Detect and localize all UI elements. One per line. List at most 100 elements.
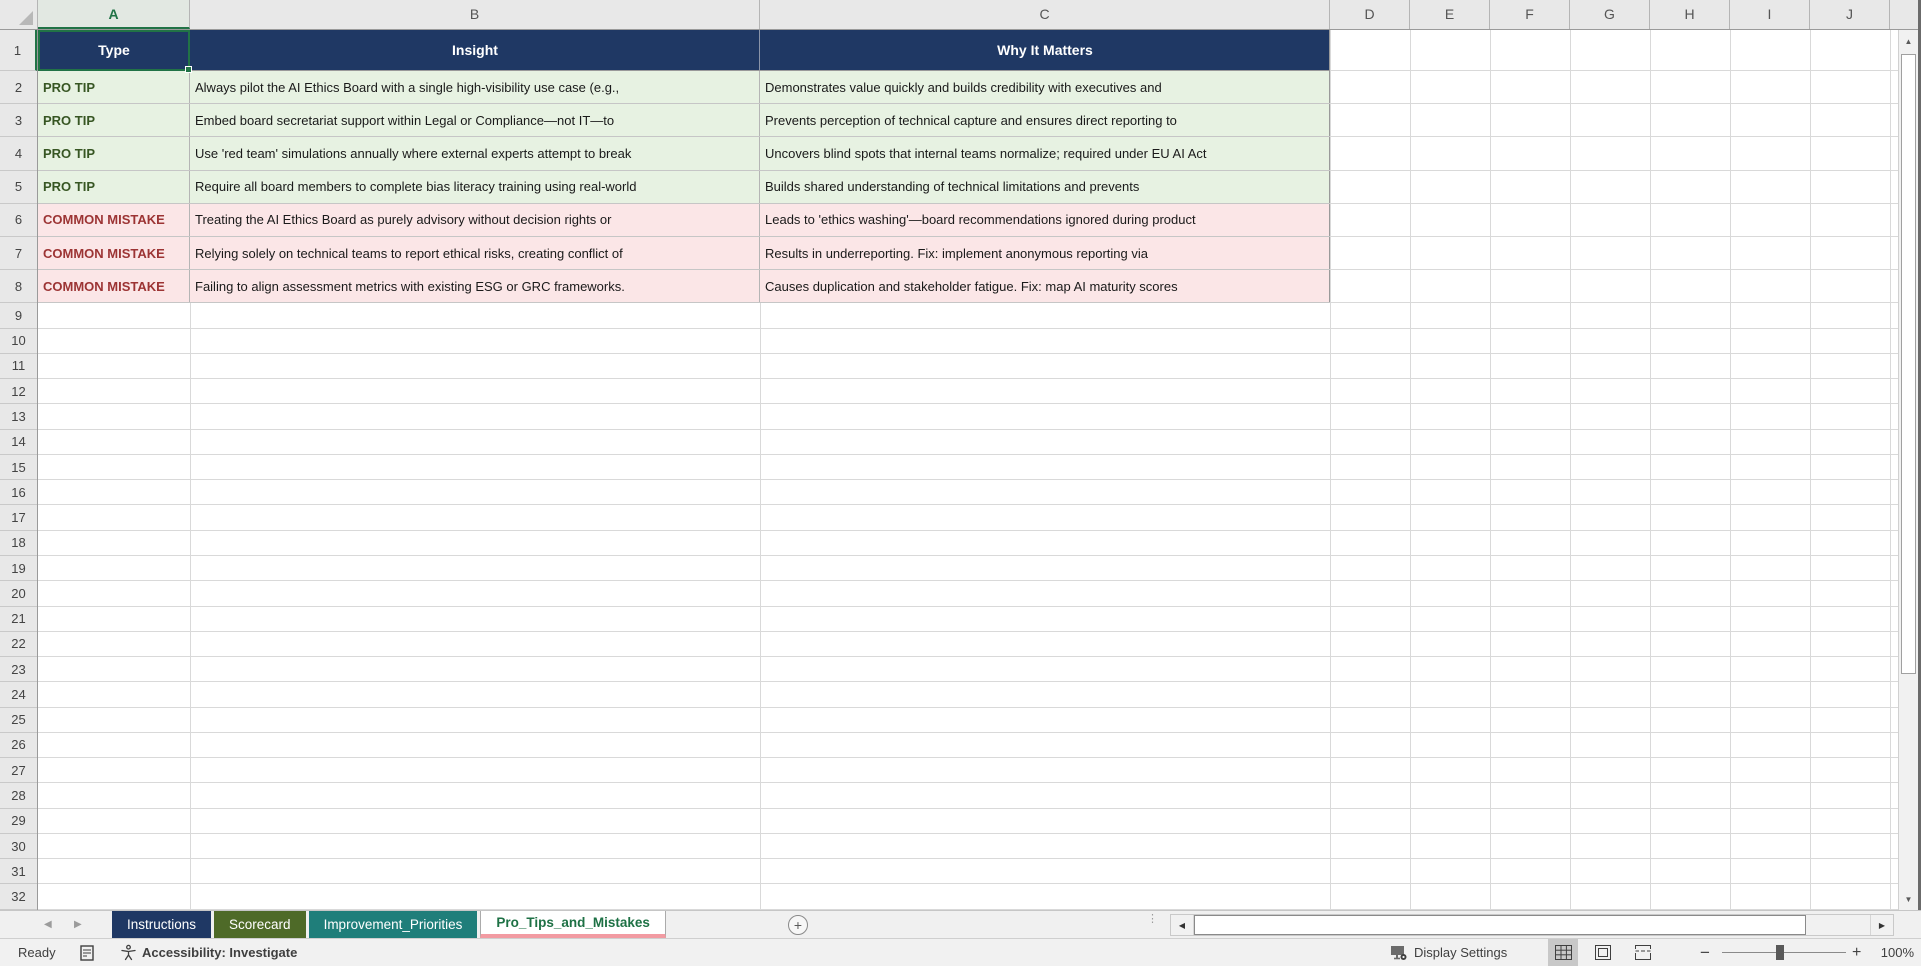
row-header-7[interactable]: 7 xyxy=(0,237,37,271)
grid-row-30[interactable] xyxy=(38,834,1898,860)
row-header-1[interactable]: 1 xyxy=(0,30,37,71)
grid-row-9[interactable] xyxy=(38,303,1898,329)
row-header-10[interactable]: 10 xyxy=(0,329,37,354)
accessibility-status[interactable]: Accessibility: Investigate xyxy=(120,939,297,966)
display-settings-button[interactable]: Display Settings xyxy=(1390,939,1507,966)
grid-row-29[interactable] xyxy=(38,809,1898,834)
grid-row-25[interactable] xyxy=(38,708,1898,733)
sheet-nav-right-icon[interactable]: ▶ xyxy=(74,911,82,938)
row-header-22[interactable]: 22 xyxy=(0,632,37,658)
cell-type[interactable]: COMMON MISTAKE xyxy=(38,236,190,270)
row-header-6[interactable]: 6 xyxy=(0,204,37,237)
column-header-h[interactable]: H xyxy=(1650,0,1730,29)
grid-row-16[interactable] xyxy=(38,480,1898,506)
cell-type[interactable]: PRO TIP xyxy=(38,104,190,137)
horizontal-scrollbar[interactable]: ◀ ▶ xyxy=(1170,914,1894,936)
column-header-i[interactable]: I xyxy=(1730,0,1810,29)
cell-why-it-matters[interactable]: Causes duplication and stakeholder fatig… xyxy=(760,270,1330,303)
grid-row-26[interactable] xyxy=(38,733,1898,759)
grid-row-14[interactable] xyxy=(38,430,1898,455)
grid-row-19[interactable] xyxy=(38,556,1898,582)
zoom-slider-handle[interactable] xyxy=(1776,945,1784,960)
scroll-down-icon[interactable]: ▼ xyxy=(1899,888,1918,910)
grid-row-31[interactable] xyxy=(38,859,1898,885)
row-header-28[interactable]: 28 xyxy=(0,783,37,809)
row-header-15[interactable]: 15 xyxy=(0,455,37,481)
cell-type[interactable]: PRO TIP xyxy=(38,71,190,104)
row-header-31[interactable]: 31 xyxy=(0,859,37,885)
row-header-18[interactable]: 18 xyxy=(0,531,37,556)
cell-insight[interactable]: Embed board secretariat support within L… xyxy=(190,104,760,137)
grid-row-27[interactable] xyxy=(38,758,1898,784)
grid-row-18[interactable] xyxy=(38,531,1898,556)
row-header-9[interactable]: 9 xyxy=(0,303,37,329)
grid-row-17[interactable] xyxy=(38,505,1898,531)
page-break-preview-button[interactable] xyxy=(1628,939,1658,966)
header-cell-type[interactable]: Type xyxy=(38,30,190,70)
grid-row-15[interactable] xyxy=(38,455,1898,481)
normal-view-button[interactable] xyxy=(1548,938,1578,966)
macro-record-icon[interactable] xyxy=(80,939,94,966)
column-header-e[interactable]: E xyxy=(1410,0,1490,29)
header-cell-why-it-matters[interactable]: Why It Matters xyxy=(760,30,1330,70)
grid-row-32[interactable] xyxy=(38,884,1898,910)
zoom-in-button[interactable]: + xyxy=(1852,939,1861,966)
vertical-scrollbar-thumb[interactable] xyxy=(1901,54,1916,674)
grid-row-13[interactable] xyxy=(38,404,1898,430)
row-header-26[interactable]: 26 xyxy=(0,733,37,759)
column-header-b[interactable]: B xyxy=(190,0,760,29)
cell-type[interactable]: PRO TIP xyxy=(38,170,190,203)
add-sheet-button[interactable]: + xyxy=(788,915,808,935)
row-header-32[interactable]: 32 xyxy=(0,884,37,910)
row-header-5[interactable]: 5 xyxy=(0,171,37,204)
zoom-level[interactable]: 100% xyxy=(1872,939,1914,966)
cell-insight[interactable]: Use 'red team' simulations annually wher… xyxy=(190,137,760,170)
sheet-tab-instructions[interactable]: Instructions xyxy=(112,911,212,938)
grid-row-11[interactable] xyxy=(38,354,1898,380)
row-header-12[interactable]: 12 xyxy=(0,379,37,405)
header-cell-insight[interactable]: Insight xyxy=(190,30,760,70)
sheet-nav-left-icon[interactable]: ◀ xyxy=(44,911,52,938)
row-header-20[interactable]: 20 xyxy=(0,581,37,607)
grid-row-28[interactable] xyxy=(38,783,1898,809)
scroll-left-icon[interactable]: ◀ xyxy=(1171,915,1194,935)
cell-insight[interactable]: Relying solely on technical teams to rep… xyxy=(190,236,760,270)
row-header-24[interactable]: 24 xyxy=(0,682,37,708)
grid-row-22[interactable] xyxy=(38,632,1898,658)
scroll-right-icon[interactable]: ▶ xyxy=(1870,915,1893,935)
row-header-16[interactable]: 16 xyxy=(0,480,37,506)
column-header-f[interactable]: F xyxy=(1490,0,1570,29)
column-header-g[interactable]: G xyxy=(1570,0,1650,29)
column-header-j[interactable]: J xyxy=(1810,0,1890,29)
row-header-30[interactable]: 30 xyxy=(0,834,37,860)
horizontal-scrollbar-thumb[interactable] xyxy=(1194,915,1806,935)
scroll-up-icon[interactable]: ▲ xyxy=(1899,30,1918,52)
sheet-tab-improvement_priorities[interactable]: Improvement_Priorities xyxy=(308,911,478,938)
cell-why-it-matters[interactable]: Uncovers blind spots that internal teams… xyxy=(760,137,1330,170)
row-header-8[interactable]: 8 xyxy=(0,270,37,304)
grid-row-21[interactable] xyxy=(38,607,1898,632)
row-header-13[interactable]: 13 xyxy=(0,404,37,430)
column-header-d[interactable]: D xyxy=(1330,0,1410,29)
column-header-c[interactable]: C xyxy=(760,0,1330,29)
row-header-19[interactable]: 19 xyxy=(0,556,37,582)
cell-insight[interactable]: Treating the AI Ethics Board as purely a… xyxy=(190,203,760,236)
cell-why-it-matters[interactable]: Prevents perception of technical capture… xyxy=(760,104,1330,137)
row-header-14[interactable]: 14 xyxy=(0,430,37,455)
cell-type[interactable]: COMMON MISTAKE xyxy=(38,203,190,236)
grid-row-20[interactable] xyxy=(38,581,1898,607)
row-header-21[interactable]: 21 xyxy=(0,607,37,632)
cell-insight[interactable]: Require all board members to complete bi… xyxy=(190,170,760,203)
page-layout-view-button[interactable] xyxy=(1588,939,1618,966)
row-header-2[interactable]: 2 xyxy=(0,71,37,105)
cell-type[interactable]: PRO TIP xyxy=(38,137,190,170)
zoom-slider-track[interactable] xyxy=(1722,952,1846,953)
row-header-27[interactable]: 27 xyxy=(0,758,37,784)
grid-row-12[interactable] xyxy=(38,379,1898,405)
row-header-29[interactable]: 29 xyxy=(0,809,37,834)
cell-insight[interactable]: Failing to align assessment metrics with… xyxy=(190,270,760,303)
row-header-3[interactable]: 3 xyxy=(0,104,37,138)
cell-why-it-matters[interactable]: Results in underreporting. Fix: implemen… xyxy=(760,236,1330,270)
vertical-scrollbar[interactable]: ▲ ▼ xyxy=(1898,30,1918,910)
tab-scrollbar-splitter[interactable]: ⋮ xyxy=(1147,914,1158,934)
